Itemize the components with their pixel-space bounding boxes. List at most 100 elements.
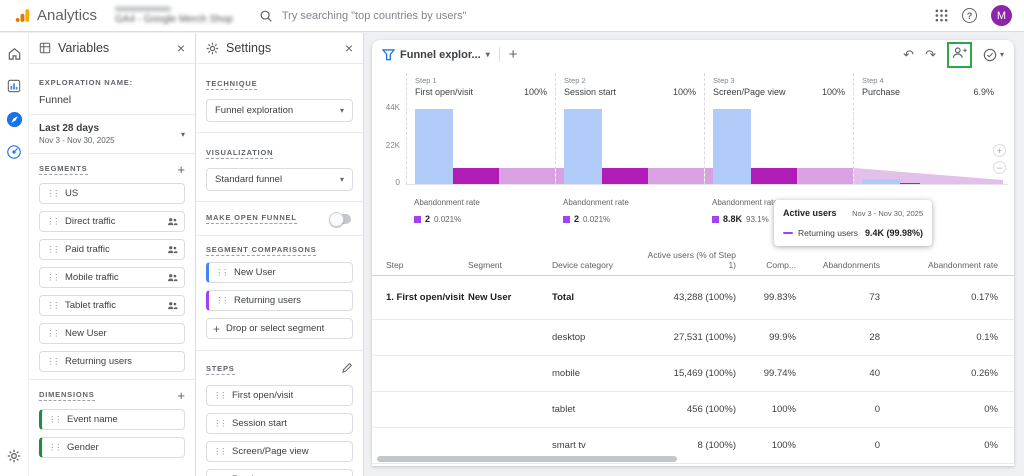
admin-gear-icon[interactable]	[4, 446, 24, 466]
funnel-bar-returning-users[interactable]	[751, 168, 797, 184]
dimensions-section-header: DIMENSIONS +	[29, 379, 195, 409]
chevron-down-icon: ▾	[340, 175, 344, 184]
zoom-in-button[interactable]: +	[993, 144, 1006, 157]
dimension-label: Event name	[67, 414, 118, 425]
chevron-down-icon: ▾	[340, 106, 344, 115]
dimension-chip-event-name[interactable]: ⋮⋮ Event name	[39, 409, 185, 430]
open-funnel-toggle[interactable]	[331, 214, 351, 224]
zoom-out-button[interactable]: −	[993, 161, 1006, 174]
col-header-device-category: Device category	[552, 260, 640, 270]
drag-handle-icon: ⋮⋮	[48, 415, 60, 424]
undo-button[interactable]: ↶	[903, 48, 914, 61]
nav-reports-icon[interactable]	[4, 76, 24, 96]
segment-chip-paid-traffic[interactable]: ⋮⋮ Paid traffic	[39, 239, 185, 260]
tab-funnel-exploration[interactable]: Funnel explor... ▾	[382, 49, 490, 61]
y-axis-tick: 0	[372, 178, 400, 187]
segment-chip-mobile-traffic[interactable]: ⋮⋮ Mobile traffic	[39, 267, 185, 288]
segment-chip-new-user[interactable]: ⋮⋮ New User	[39, 323, 185, 344]
table-header-row: Step Segment Device category Active user…	[372, 244, 1014, 276]
tooltip-title: Active users	[783, 208, 837, 218]
variables-icon	[39, 42, 51, 54]
variables-panel-header: Variables ×	[29, 33, 195, 64]
cell-abandonment-rate: 0%	[880, 404, 998, 415]
property-name-blurred: GA4 - Google Merch Shop	[115, 14, 233, 25]
ga-analytics-app: Analytics GA4 - Google Merch Shop Try se…	[0, 0, 1024, 476]
chevron-down-icon: ▾	[486, 50, 490, 59]
comparison-chip-returning-users[interactable]: ⋮⋮ Returning users	[206, 290, 353, 311]
comparison-chip-new-user[interactable]: ⋮⋮ New User	[206, 262, 353, 283]
funnel-step-header: Step 1 First open/visit100%	[407, 73, 555, 97]
comparison-label: Returning users	[234, 295, 301, 306]
drop-segment-target[interactable]: + Drop or select segment	[206, 318, 353, 339]
funnel-bar-returning-users[interactable]	[453, 168, 499, 184]
funnel-bar-new-user[interactable]	[862, 179, 900, 184]
export-menu-button[interactable]: ▾	[983, 48, 1004, 62]
apps-grid-icon[interactable]	[935, 9, 948, 22]
dimension-chip-gender[interactable]: ⋮⋮ Gender	[39, 437, 185, 458]
segment-label: Returning users	[65, 356, 132, 367]
account-property-selector[interactable]: GA4 - Google Merch Shop	[115, 7, 233, 25]
series-color-dash-icon	[783, 232, 793, 234]
close-settings-icon[interactable]: ×	[345, 41, 353, 55]
funnel-bar-returning-users[interactable]	[602, 168, 648, 184]
add-dimension-button[interactable]: +	[177, 389, 185, 402]
cell-active-users: 27,531 (100%)	[640, 332, 736, 343]
funnel-step-column-4: Step 4 Purchase6.9%	[853, 73, 1002, 184]
redo-button[interactable]: ↷	[925, 48, 936, 61]
funnel-bar-new-user[interactable]	[415, 109, 453, 184]
cell-completion-rate: 100%	[736, 440, 796, 451]
cell-abandonments: 0	[796, 404, 880, 415]
check-circle-icon	[983, 48, 997, 62]
horizontal-scrollbar[interactable]	[377, 456, 677, 462]
share-exploration-button[interactable]	[952, 46, 967, 64]
table-row: mobile 15,469 (100%) 99.74% 40 0.26%	[372, 356, 1014, 392]
gear-icon	[206, 42, 219, 55]
segment-chip-direct-traffic[interactable]: ⋮⋮ Direct traffic	[39, 211, 185, 232]
edit-steps-pencil-icon[interactable]	[342, 360, 353, 378]
user-avatar[interactable]: M	[991, 5, 1012, 26]
funnel-bar-new-user[interactable]	[713, 109, 751, 184]
exploration-canvas: Funnel explor... ▾ + ↶ ↷ ▾ 4	[372, 40, 1014, 466]
cell-completion-rate: 100%	[736, 404, 796, 415]
date-range-selector[interactable]: Last 28 days Nov 3 - Nov 30, 2025 ▾	[29, 115, 195, 154]
tooltip-date-range: Nov 3 - Nov 30, 2025	[852, 209, 923, 218]
nav-explore-icon-active[interactable]	[4, 109, 24, 129]
funnel-step-column-1: Step 1 First open/visit100%	[406, 73, 555, 184]
global-search-bar[interactable]: Try searching "top countries by users"	[259, 3, 689, 29]
abandonment-block-step-3: Abandonment rate 8.8K 93.1%	[712, 198, 778, 224]
exploration-name-value[interactable]: Funnel	[39, 94, 185, 106]
visualization-select[interactable]: Standard funnel ▾	[206, 168, 353, 191]
col-header-step: Step	[372, 260, 468, 270]
funnel-step-column-2: Step 2 Session start100%	[555, 73, 704, 184]
funnel-bar-returning-users[interactable]	[900, 183, 920, 185]
technique-select[interactable]: Funnel exploration ▾	[206, 99, 353, 122]
x-axis-line	[406, 184, 1008, 185]
step-chip-screen-page-view[interactable]: ⋮⋮ Screen/Page view	[206, 441, 353, 462]
tooltip-value: 9.4K (99.98%)	[865, 228, 923, 238]
canvas-tools: ↶ ↷ ▾	[903, 42, 1004, 68]
cell-abandonment-rate: 0%	[880, 440, 998, 451]
close-variables-icon[interactable]: ×	[177, 41, 185, 55]
settings-title: Settings	[226, 41, 271, 55]
funnel-bar-new-user[interactable]	[564, 109, 602, 184]
annotation-highlight-box	[947, 42, 972, 68]
segment-chip-us[interactable]: ⋮⋮ US	[39, 183, 185, 204]
help-icon[interactable]: ?	[962, 8, 977, 23]
step-chip-session-start[interactable]: ⋮⋮ Session start	[206, 413, 353, 434]
nav-advertising-icon[interactable]	[4, 142, 24, 162]
step-chip-first-open-visit[interactable]: ⋮⋮ First open/visit	[206, 385, 353, 406]
drag-handle-icon: ⋮⋮	[213, 447, 225, 456]
add-segment-button[interactable]: +	[177, 163, 185, 176]
funnel-step-header: Step 2 Session start100%	[556, 73, 704, 97]
step-name: Session start	[564, 87, 616, 97]
step-number: Step 3	[713, 76, 845, 85]
segment-chip-tablet-traffic[interactable]: ⋮⋮ Tablet traffic	[39, 295, 185, 316]
settings-panel: Settings × TECHNIQUE Funnel exploration …	[196, 33, 364, 476]
nav-home-icon[interactable]	[4, 43, 24, 63]
step-chip-purchase[interactable]: ⋮⋮ Purchase	[206, 469, 353, 476]
segment-label: New User	[65, 328, 107, 339]
analytics-home-link[interactable]: Analytics	[14, 7, 97, 24]
chart-tooltip: Active users Nov 3 - Nov 30, 2025 Return…	[774, 200, 932, 246]
add-tab-button[interactable]: +	[509, 47, 518, 62]
segment-chip-returning-users[interactable]: ⋮⋮ Returning users	[39, 351, 185, 372]
